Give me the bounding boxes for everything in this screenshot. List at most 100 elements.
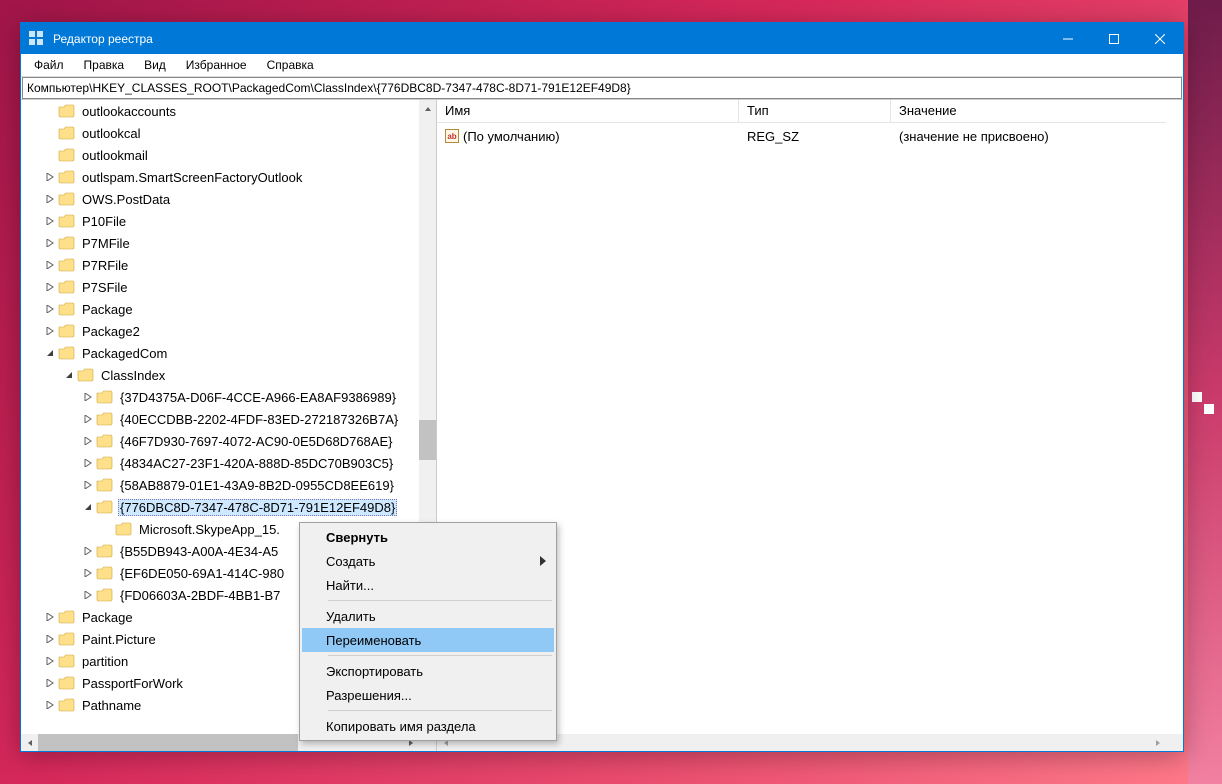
maximize-button[interactable] (1091, 23, 1137, 54)
scroll-thumb[interactable] (38, 734, 298, 751)
ctx-export[interactable]: Экспортировать (302, 659, 554, 683)
regedit-window: Редактор реестра Файл Правка Вид Избранн… (20, 22, 1184, 752)
chevron-right-icon[interactable] (81, 544, 95, 558)
scroll-right-button[interactable] (1149, 734, 1166, 751)
ctx-copy-key-name[interactable]: Копировать имя раздела (302, 714, 554, 738)
chevron-right-icon[interactable] (81, 478, 95, 492)
tree-node[interactable]: outlookaccounts (21, 100, 419, 122)
column-type[interactable]: Тип (739, 100, 891, 122)
chevron-down-icon[interactable] (81, 500, 95, 514)
menu-favorites[interactable]: Избранное (177, 56, 256, 74)
tree-node[interactable]: P7SFile (21, 276, 419, 298)
tree-node-label: Package (80, 609, 135, 626)
ctx-find[interactable]: Найти... (302, 573, 554, 597)
tree-node[interactable]: {4834AC27-23F1-420A-888D-85DC70B903C5} (21, 452, 419, 474)
menu-file[interactable]: Файл (25, 56, 73, 74)
chevron-down-icon[interactable] (62, 368, 76, 382)
chevron-right-icon[interactable] (43, 214, 57, 228)
tree-node[interactable]: {37D4375A-D06F-4CCE-A966-EA8AF9386989} (21, 386, 419, 408)
tree-node-label: {B55DB943-A00A-4E34-A5 (118, 543, 280, 560)
chevron-right-icon[interactable] (43, 236, 57, 250)
tree-node-label: PassportForWork (80, 675, 185, 692)
tree-node-label: Package (80, 301, 135, 318)
tree-node-label: {776DBC8D-7347-478C-8D71-791E12EF49D8} (118, 499, 397, 516)
tree-node[interactable]: outlookcal (21, 122, 419, 144)
scroll-up-button[interactable] (419, 100, 436, 117)
string-value-icon: ab (445, 129, 459, 143)
tree-node[interactable]: {776DBC8D-7347-478C-8D71-791E12EF49D8} (21, 496, 419, 518)
column-value[interactable]: Значение (891, 100, 1166, 122)
tree-node-label: Package2 (80, 323, 142, 340)
tree-node[interactable]: outlookmail (21, 144, 419, 166)
chevron-right-icon[interactable] (43, 324, 57, 338)
chevron-right-icon[interactable] (43, 632, 57, 646)
content-area: outlookaccountsoutlookcal outlookmail outl… (21, 99, 1183, 751)
scroll-left-button[interactable] (21, 734, 38, 751)
chevron-right-icon[interactable] (81, 456, 95, 470)
chevron-right-icon[interactable] (81, 434, 95, 448)
tree-node[interactable]: {46F7D930-7697-4072-AC90-0E5D68D768AE} (21, 430, 419, 452)
chevron-right-icon[interactable] (43, 698, 57, 712)
chevron-down-icon[interactable] (43, 346, 57, 360)
titlebar[interactable]: Редактор реестра (21, 23, 1183, 54)
ctx-rename[interactable]: Переименовать (302, 628, 554, 652)
folder-icon (58, 126, 75, 140)
ctx-delete[interactable]: Удалить (302, 604, 554, 628)
tree-node[interactable]: {40ECCDBB-2202-4FDF-83ED-272187326B7A} (21, 408, 419, 430)
folder-icon (58, 324, 75, 338)
tree-node[interactable]: PackagedCom (21, 342, 419, 364)
window-title: Редактор реестра (53, 32, 153, 46)
ctx-new[interactable]: Создать (302, 549, 554, 573)
tree-node[interactable]: Package2 (21, 320, 419, 342)
address-bar[interactable]: Компьютер\HKEY_CLASSES_ROOT\PackagedCom\… (22, 77, 1182, 99)
tree-node-label: Paint.Picture (80, 631, 158, 648)
chevron-right-icon[interactable] (43, 302, 57, 316)
folder-icon (96, 588, 113, 602)
list-header[interactable]: Имя Тип Значение (437, 100, 1166, 123)
tree-node[interactable]: ClassIndex (21, 364, 419, 386)
folder-icon (58, 170, 75, 184)
list-row[interactable]: ab (По умолчанию) REG_SZ (значение не пр… (437, 126, 1166, 146)
address-text: Компьютер\HKEY_CLASSES_ROOT\PackagedCom\… (27, 81, 631, 95)
folder-icon (58, 148, 75, 162)
app-icon (29, 31, 45, 47)
folder-icon (58, 104, 75, 118)
menu-view[interactable]: Вид (135, 56, 175, 74)
folder-icon (96, 566, 113, 580)
chevron-right-icon[interactable] (43, 170, 57, 184)
folder-icon (58, 654, 75, 668)
tree-node[interactable]: Package (21, 298, 419, 320)
tree-node-label: outlookmail (80, 147, 150, 164)
chevron-right-icon[interactable] (43, 258, 57, 272)
tree-node[interactable]: P7MFile (21, 232, 419, 254)
tree-node[interactable]: P10File (21, 210, 419, 232)
ctx-collapse[interactable]: Свернуть (302, 525, 554, 549)
chevron-right-icon[interactable] (43, 676, 57, 690)
tree-node[interactable]: OWS.PostData (21, 188, 419, 210)
cell-type: REG_SZ (739, 129, 891, 144)
chevron-right-icon[interactable] (43, 610, 57, 624)
scroll-thumb[interactable] (419, 420, 436, 460)
tree-node[interactable]: P7RFile (21, 254, 419, 276)
chevron-right-icon[interactable] (81, 588, 95, 602)
chevron-right-icon[interactable] (43, 280, 57, 294)
tree-node-label: OWS.PostData (80, 191, 172, 208)
column-name[interactable]: Имя (437, 100, 739, 122)
chevron-right-icon[interactable] (43, 192, 57, 206)
folder-icon (58, 610, 75, 624)
folder-icon (58, 214, 75, 228)
chevron-right-icon[interactable] (81, 412, 95, 426)
menu-help[interactable]: Справка (258, 56, 323, 74)
tree-node[interactable]: {58AB8879-01E1-43A9-8B2D-0955CD8EE619} (21, 474, 419, 496)
menu-edit[interactable]: Правка (75, 56, 134, 74)
close-button[interactable] (1137, 23, 1183, 54)
minimize-button[interactable] (1045, 23, 1091, 54)
folder-icon (77, 368, 94, 382)
cell-name: ab (По умолчанию) (437, 129, 739, 144)
tree-node[interactable]: outlspam.SmartScreenFactoryOutlook (21, 166, 419, 188)
submenu-arrow-icon (540, 554, 546, 569)
chevron-right-icon[interactable] (81, 390, 95, 404)
ctx-permissions[interactable]: Разрешения... (302, 683, 554, 707)
chevron-right-icon[interactable] (81, 566, 95, 580)
chevron-right-icon[interactable] (43, 654, 57, 668)
